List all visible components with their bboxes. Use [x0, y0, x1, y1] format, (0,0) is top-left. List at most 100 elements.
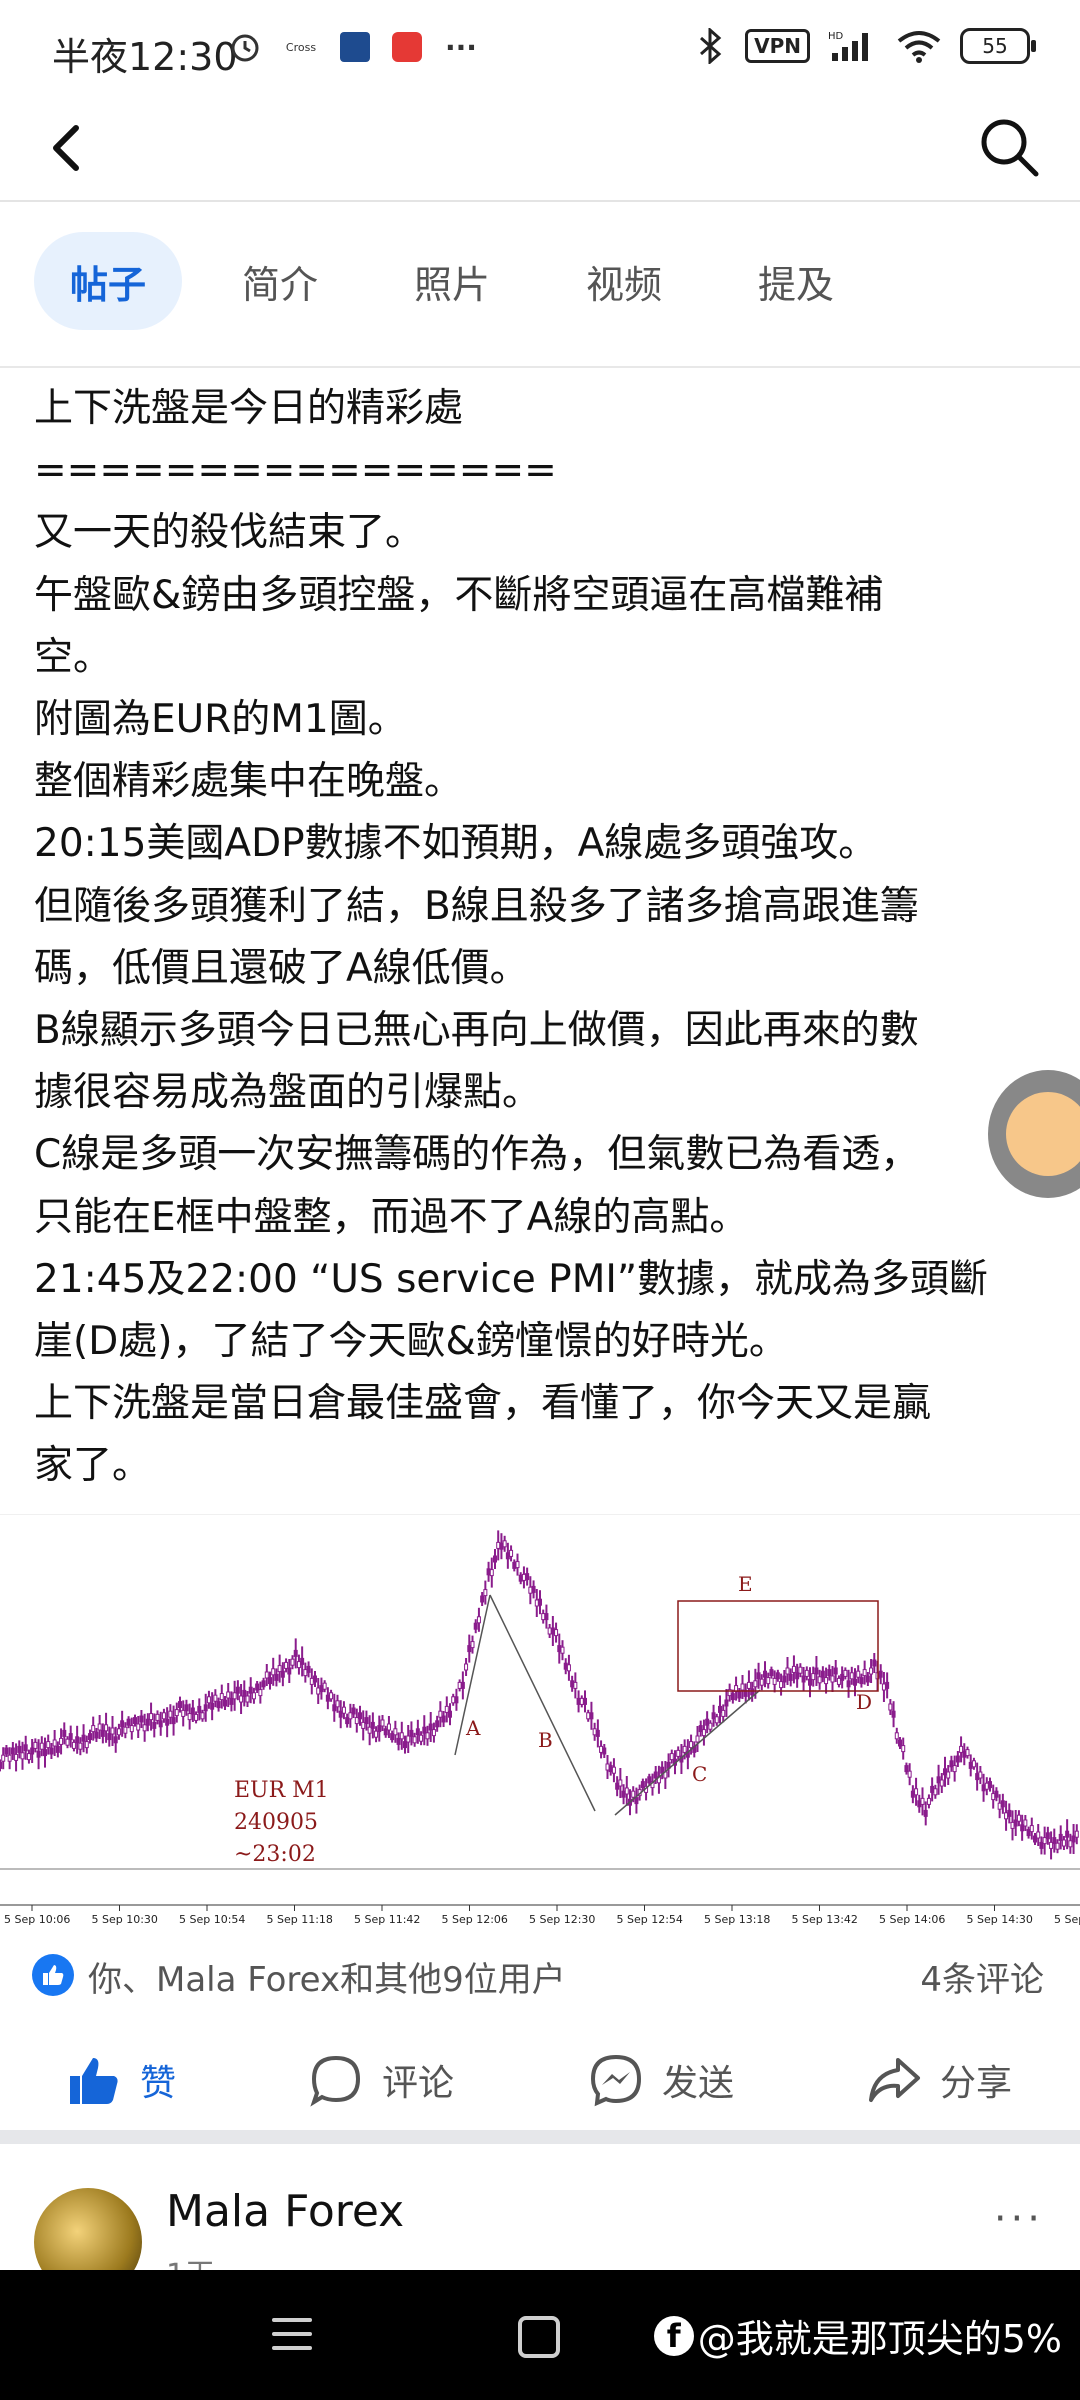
candle-body [1010, 1821, 1015, 1829]
watermark-text: @我就是那顶尖的5% [697, 2317, 1062, 2361]
annotation-d: D [856, 1690, 872, 1714]
candle-body [345, 1717, 350, 1725]
candle-body [811, 1673, 816, 1681]
like-button[interactable]: 赞 [66, 2030, 176, 2130]
recent-apps-icon[interactable] [272, 2318, 312, 2360]
candle-body [978, 1771, 983, 1779]
candle-body [94, 1731, 99, 1739]
candle-body [49, 1747, 54, 1755]
candle-body [955, 1755, 960, 1763]
post-line: 整個精彩處集中在晚盤。 [34, 759, 464, 805]
candle-body [599, 1745, 604, 1753]
candle-body [409, 1729, 414, 1737]
candle-body [239, 1695, 244, 1703]
avatar[interactable] [34, 2188, 142, 2270]
candle-body [856, 1670, 861, 1678]
facebook-logo-icon: f [653, 2315, 694, 2356]
candle-body [473, 1622, 478, 1630]
more-icon: ··· [445, 30, 477, 64]
candle-body [579, 1697, 584, 1705]
candle-body [779, 1681, 784, 1689]
candle-body [332, 1704, 337, 1712]
tab-photos[interactable]: 照片 [378, 232, 526, 330]
candle-body [264, 1671, 269, 1679]
candle-body [467, 1645, 472, 1653]
tab-posts[interactable]: 帖子 [34, 232, 182, 330]
post-body: 上下洗盤是今日的精彩處 ================ 又一天的殺伐結束了。 … [34, 378, 1044, 1498]
post-line: 但隨後多頭獲利了結，B線且殺多了諸多搶高跟進籌 [34, 883, 919, 929]
candle-body [647, 1776, 652, 1784]
candle-body [682, 1745, 687, 1753]
reaction-summary[interactable]: 你、Mala Forex和其他9位用户 [88, 1952, 566, 2001]
candle-body [248, 1686, 253, 1694]
candle-body [232, 1692, 237, 1700]
candle-body [361, 1721, 366, 1729]
candle-body [795, 1672, 800, 1680]
candle-body [435, 1720, 440, 1728]
candle-body [1013, 1819, 1018, 1827]
thumbs-up-icon [70, 2058, 118, 2104]
candle-body [88, 1733, 92, 1741]
post-line: 午盤歐&鎊由多頭控盤，不斷將空頭逼在高檔難補 [34, 572, 884, 618]
candle-body [1074, 1830, 1079, 1838]
comment-count[interactable]: 4条评论 [920, 1952, 1044, 2001]
candle-body [846, 1680, 851, 1688]
search-icon[interactable] [974, 112, 1044, 182]
candle-body [358, 1712, 362, 1720]
eur-m1-chart: A B C D E EUR M1 240905 ~23:02 5 Sep 10:… [0, 1530, 1080, 1926]
candle-body [454, 1696, 459, 1704]
candle-body [390, 1733, 395, 1741]
signal-icon: HD [828, 29, 878, 63]
candle-body [830, 1675, 835, 1683]
candle-body [496, 1541, 501, 1549]
status-left-icons: Cross ··· [228, 30, 478, 64]
candle-body [145, 1718, 150, 1726]
candle-body [255, 1683, 260, 1691]
candle-body [33, 1741, 38, 1749]
candle-body [592, 1728, 597, 1736]
candle-body [1, 1754, 6, 1762]
candle-body [1007, 1809, 1012, 1817]
reactions-row[interactable]: 你、Mala Forex和其他9位用户 4条评论 [0, 1940, 1080, 2010]
candle-body [1065, 1830, 1070, 1838]
candle-body [708, 1722, 713, 1730]
candle-body [245, 1695, 250, 1703]
back-arrow-icon[interactable] [40, 118, 100, 178]
comment-icon [310, 2055, 361, 2107]
chart-title-line: 240905 [234, 1810, 318, 1835]
music-app-icon [392, 32, 422, 62]
post-image-chart[interactable]: A B C D E EUR M1 240905 ~23:02 5 Sep 10:… [0, 1514, 1080, 1927]
candle-body [1045, 1832, 1050, 1840]
candle-body [859, 1677, 864, 1685]
candle-body [184, 1704, 189, 1712]
author-name[interactable]: Mala Forex [166, 2186, 404, 2237]
more-options-icon[interactable]: ··· [994, 2196, 1044, 2242]
candle-body [200, 1712, 205, 1720]
candle-body [766, 1677, 771, 1685]
candle-body [997, 1802, 1002, 1810]
home-icon[interactable] [518, 2316, 560, 2358]
candle-body [258, 1689, 263, 1697]
candle-body [869, 1667, 874, 1675]
candle-body [483, 1589, 488, 1597]
tab-videos[interactable]: 视频 [550, 232, 698, 330]
candle-body [640, 1781, 645, 1789]
annotation-e: E [738, 1572, 753, 1596]
candle-body [1061, 1839, 1066, 1847]
post-line: 上下洗盤是當日倉最佳盛會，看懂了，你今天又是贏 [34, 1381, 932, 1427]
bluetooth-icon [693, 28, 727, 64]
candle-body [174, 1709, 179, 1717]
comment-button[interactable]: 评论 [308, 2030, 454, 2130]
candle-body [544, 1613, 549, 1621]
tab-about[interactable]: 简介 [206, 232, 354, 330]
send-button[interactable]: 发送 [588, 2030, 734, 2130]
candle-body [521, 1573, 526, 1581]
tab-mentions[interactable]: 提及 [722, 232, 870, 330]
candle-body [881, 1683, 886, 1691]
candle-body [624, 1787, 629, 1795]
candle-body [1004, 1812, 1009, 1820]
share-button[interactable]: 分享 [866, 2030, 1012, 2130]
candle-body [917, 1800, 922, 1808]
messenger-icon [590, 2054, 642, 2107]
candle-body [268, 1677, 272, 1685]
